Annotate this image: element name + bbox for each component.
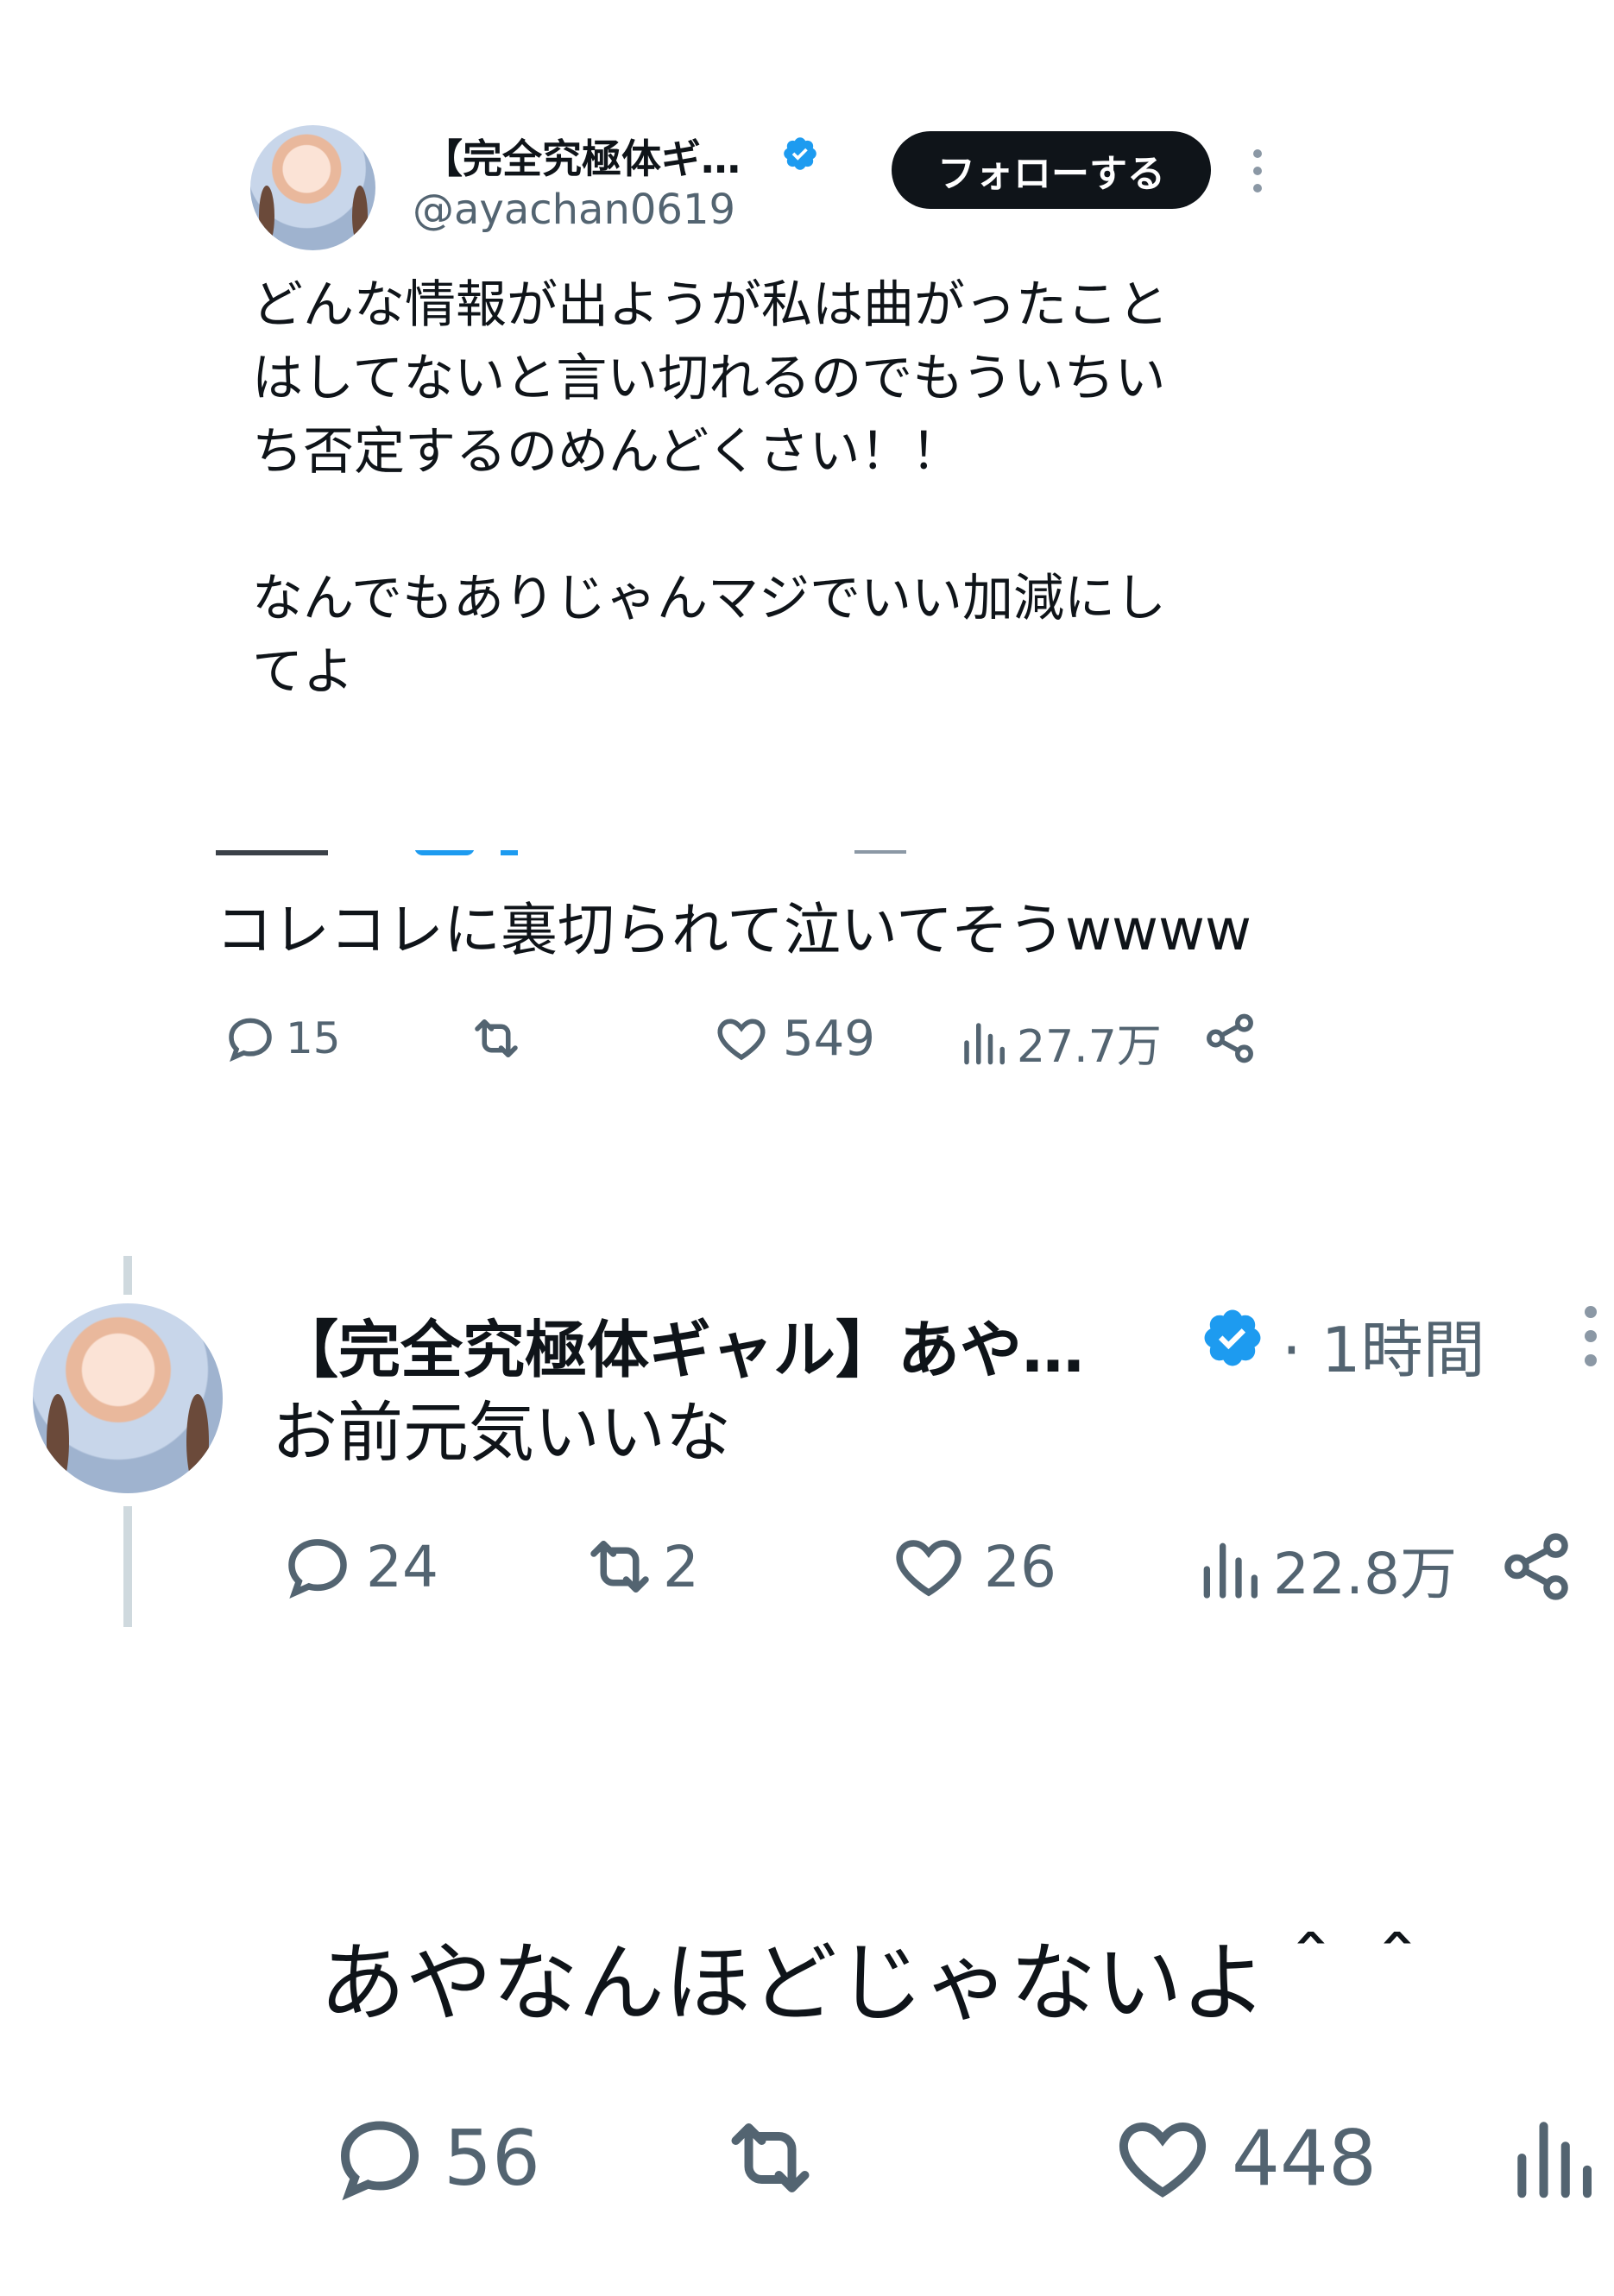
timestamp[interactable]: · 1時間 <box>1282 1299 1485 1390</box>
retweet-count: 2 <box>663 1533 699 1600</box>
like-icon <box>889 1528 968 1605</box>
share-icon[interactable] <box>1497 1528 1575 1605</box>
views-button[interactable]: 27.7万 <box>958 1010 1162 1075</box>
handle[interactable]: @ayachan0619 <box>413 186 735 234</box>
retweet-icon <box>577 1528 663 1605</box>
tweet-body: コレコレに裏切られて泣いてそうwwww <box>216 897 1251 963</box>
retweet-icon <box>712 2106 829 2210</box>
retweet-button[interactable]: 2 <box>577 1528 699 1605</box>
more-vertical-icon[interactable] <box>1247 147 1268 195</box>
like-button[interactable]: 26 <box>889 1528 1056 1605</box>
like-icon <box>1109 2106 1216 2210</box>
verified-badge-icon <box>1200 1305 1265 1371</box>
like-button[interactable]: 448 <box>1109 2106 1377 2210</box>
share-icon[interactable] <box>1200 1010 1260 1067</box>
like-count: 549 <box>783 1010 875 1067</box>
tweet-body: どんな情報が出ようが私は曲がったこと はしてないと言い切れるのでもういちい ち否… <box>252 274 1170 701</box>
reply-count: 56 <box>444 2113 540 2203</box>
reply-icon <box>220 1010 281 1067</box>
cropped-header-fragment <box>216 850 924 857</box>
views-button[interactable]: 22.8万 <box>1195 1528 1457 1611</box>
like-icon <box>710 1010 772 1067</box>
reply-count: 15 <box>286 1013 341 1063</box>
like-count: 26 <box>984 1533 1056 1600</box>
verified-badge-icon <box>781 135 819 173</box>
avatar[interactable] <box>250 125 375 250</box>
follow-button[interactable]: フォローする <box>892 131 1211 209</box>
like-button[interactable]: 549 <box>710 1010 875 1067</box>
retweet-icon <box>462 1010 531 1067</box>
reply-button[interactable]: 24 <box>278 1528 438 1605</box>
retweet-button[interactable] <box>462 1010 531 1067</box>
views-count: 22.8万 <box>1273 1541 1457 1607</box>
display-name[interactable]: 【完全究極体ギ… <box>423 128 741 185</box>
views-count: 27.7万 <box>1017 1021 1162 1073</box>
reply-icon <box>328 2106 432 2210</box>
tweet-body: あやなんほどじゃないよ＾＾ <box>319 1933 1440 2034</box>
views-icon <box>958 1014 1010 1071</box>
thread-line-top <box>123 1256 132 1295</box>
reply-icon <box>278 1528 357 1605</box>
more-vertical-icon[interactable] <box>1578 1303 1604 1369</box>
avatar[interactable] <box>33 1303 223 1493</box>
display-name[interactable]: 【完全究極体ギャル】あや… <box>276 1299 1084 1390</box>
reply-button[interactable]: 56 <box>328 2106 540 2210</box>
views-icon[interactable] <box>1506 2106 1601 2210</box>
tweet-body: お前元気いいな <box>272 1394 731 1471</box>
reply-button[interactable]: 15 <box>220 1010 341 1067</box>
like-count: 448 <box>1232 2113 1377 2203</box>
retweet-button[interactable] <box>712 2106 829 2210</box>
reply-count: 24 <box>366 1533 438 1600</box>
thread-line-bottom <box>123 1506 132 1627</box>
views-icon <box>1195 1530 1264 1608</box>
